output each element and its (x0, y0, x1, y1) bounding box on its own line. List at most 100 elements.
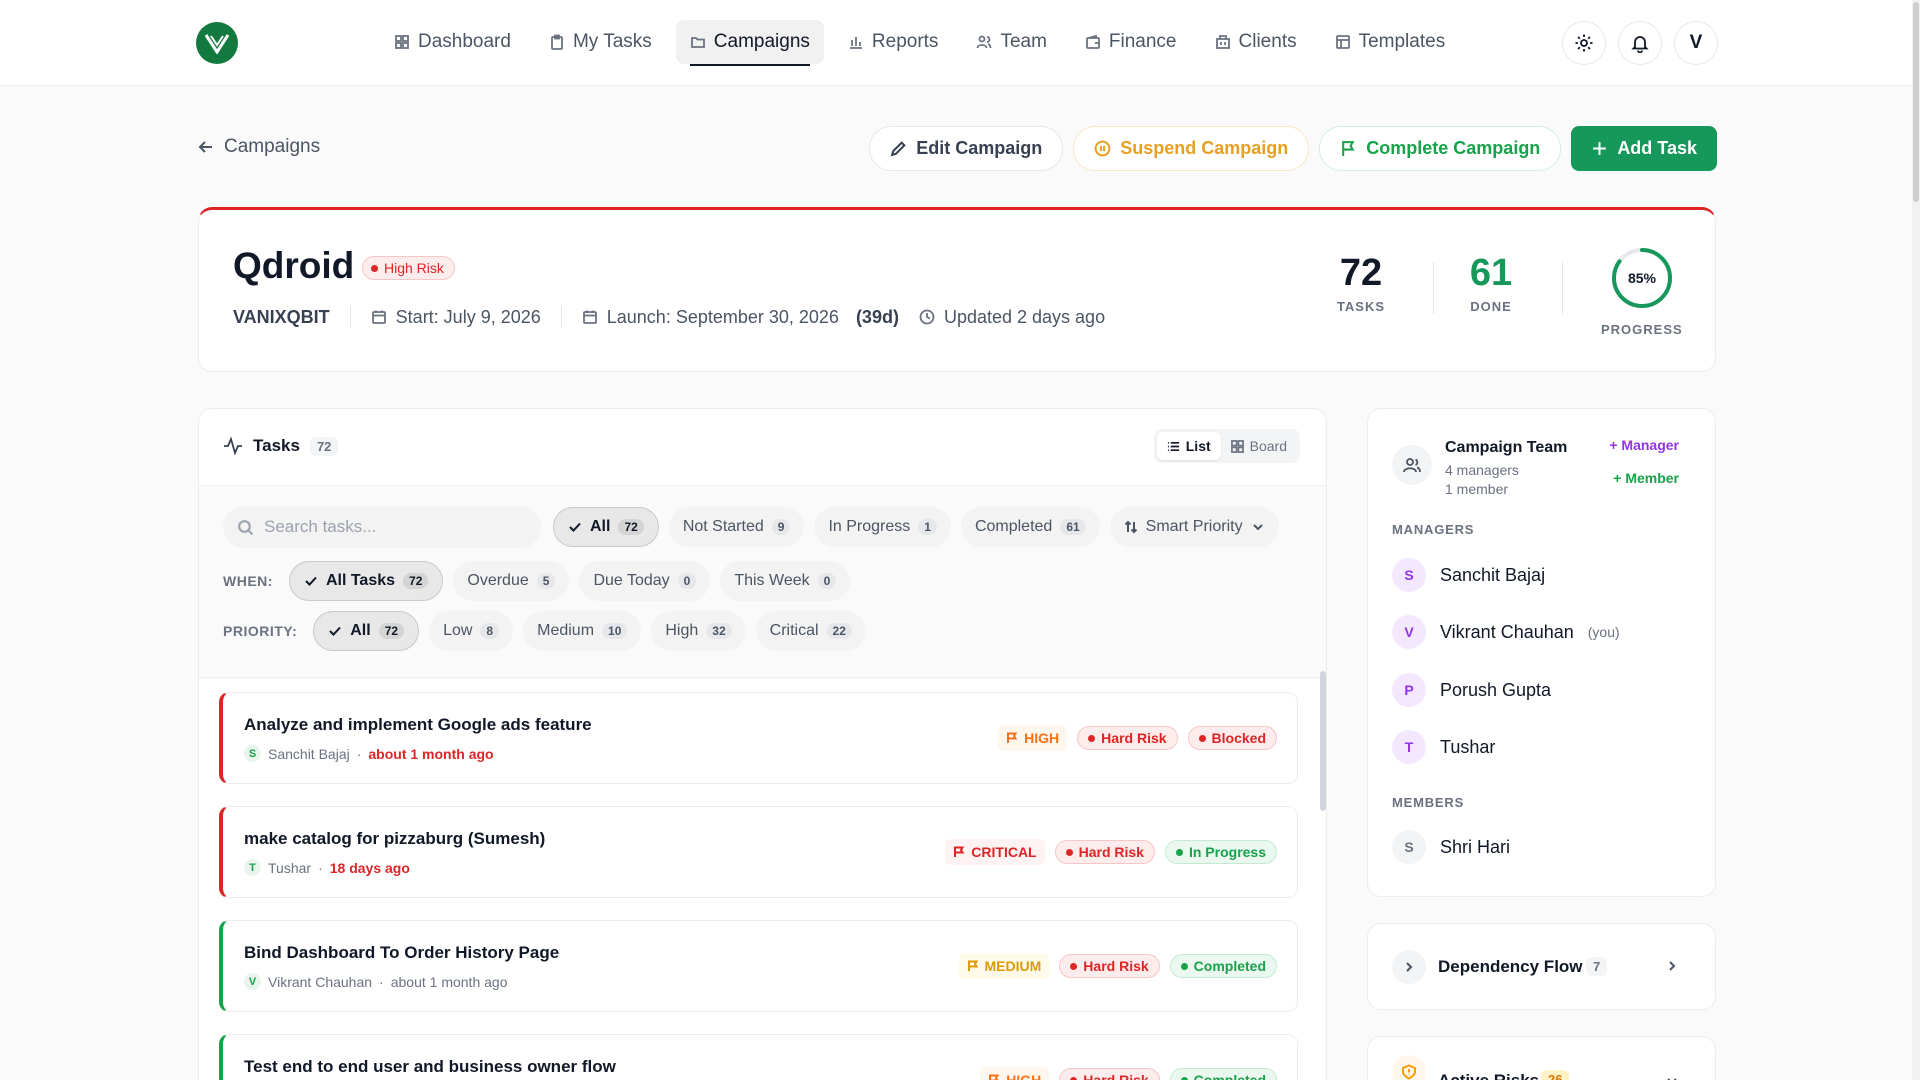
user-avatar-button[interactable]: V (1674, 21, 1718, 65)
when-filter-all-tasks[interactable]: All Tasks 72 (288, 561, 444, 601)
campaign-title: Qdroid (233, 245, 355, 286)
avatar: V (1392, 615, 1426, 649)
smart-priority-dropdown[interactable]: Smart Priority (1109, 507, 1279, 547)
suspend-campaign-button[interactable]: Suspend Campaign (1073, 126, 1310, 171)
when-filter-due-today[interactable]: Due Today 0 (579, 561, 711, 601)
dependency-flow-card[interactable]: Dependency Flow 7 (1367, 923, 1716, 1010)
complete-campaign-button[interactable]: Complete Campaign (1319, 126, 1562, 171)
back-to-campaigns-link[interactable]: Campaigns (198, 136, 320, 158)
manager-item[interactable]: T Tushar (1392, 730, 1495, 764)
bell-icon (1631, 36, 1649, 53)
chevron-right-icon (1406, 962, 1413, 972)
nav-item-campaigns[interactable]: Campaigns (675, 20, 824, 66)
nav-item-dashboard[interactable]: Dashboard (380, 20, 525, 64)
stat-divider (1433, 262, 1434, 314)
expand-button[interactable] (1392, 950, 1426, 984)
nav-item-team[interactable]: Team (962, 20, 1060, 64)
priority-filter-medium[interactable]: Medium 10 (523, 611, 642, 651)
risk-dot (1070, 962, 1078, 970)
manager-item[interactable]: S Sanchit Bajaj (1392, 558, 1545, 592)
dependency-count: 7 (1586, 957, 1608, 976)
task-title: Bind Dashboard To Order History Page (244, 943, 560, 962)
page-scrollbar[interactable] (1912, 0, 1920, 1080)
task-card[interactable]: Test end to end user and business owner … (219, 1034, 1298, 1080)
task-badges: HIGH Hard Risk Blocked (998, 725, 1277, 751)
priority-filter-all[interactable]: All 72 (313, 611, 420, 651)
risk-label: High Risk (384, 260, 444, 276)
member-item[interactable]: S Shri Hari (1392, 830, 1510, 864)
search-box[interactable]: Search tasks... (223, 506, 541, 548)
nav-item-clients[interactable]: Clients (1201, 20, 1311, 64)
task-list-scrollbar[interactable] (1320, 671, 1326, 811)
nav-item-my-tasks[interactable]: My Tasks (535, 20, 666, 64)
status-filter-completed[interactable]: Completed 61 (960, 507, 1100, 547)
nav-item-reports[interactable]: Reports (834, 20, 953, 64)
task-card[interactable]: Bind Dashboard To Order History Page V V… (219, 920, 1298, 1012)
risk-badge: Hard Risk (1054, 840, 1155, 864)
priority-filter-high[interactable]: High 32 (651, 611, 746, 651)
priority-filter-critical[interactable]: Critical 22 (755, 611, 866, 651)
avatar: P (1392, 673, 1426, 707)
when-filter-overdue[interactable]: Overdue 5 (453, 561, 570, 601)
status-badge: Completed (1169, 1068, 1277, 1080)
smart-priority-label: Smart Priority (1145, 518, 1243, 535)
status-filter-in-progress[interactable]: In Progress 1 (814, 507, 951, 547)
add-task-button[interactable]: Add Task (1571, 126, 1717, 171)
managers-section-label: MANAGERS (1392, 522, 1475, 537)
nav-label: My Tasks (572, 31, 652, 52)
filter-count: 72 (618, 519, 644, 535)
status-text: In Progress (1188, 844, 1266, 860)
app-logo[interactable] (196, 22, 238, 64)
status-badge: Completed (1169, 954, 1277, 978)
sort-icon (1124, 520, 1137, 534)
template-icon (1335, 35, 1350, 49)
open-dependency-button[interactable] (1665, 959, 1679, 978)
priority-badge: HIGH (998, 725, 1068, 751)
risk-badge: Hard Risk (1077, 726, 1178, 750)
launch-days: (39d) (855, 306, 899, 327)
priority-filter-low[interactable]: Low 8 (429, 611, 514, 651)
members-section-label: MEMBERS (1392, 795, 1465, 810)
filter-label: This Week (734, 572, 810, 589)
logo-icon (204, 34, 230, 54)
team-icon-wrap (1392, 445, 1432, 485)
expand-risks-button[interactable] (1665, 1074, 1679, 1080)
status-dot (1198, 734, 1206, 742)
status-filter-all[interactable]: All 72 (553, 507, 659, 547)
list-view-button[interactable]: List (1156, 432, 1221, 460)
risk-text: Hard Risk (1083, 1072, 1149, 1080)
settings-button[interactable] (1562, 21, 1606, 65)
avatar: T (1392, 730, 1426, 764)
status-filter-not-started[interactable]: Not Started 9 (668, 507, 805, 547)
users-icon (1403, 458, 1421, 473)
add-manager-button[interactable]: + Manager (1609, 437, 1679, 453)
edit-campaign-button[interactable]: Edit Campaign (869, 126, 1064, 171)
bar-chart-icon (849, 37, 862, 49)
task-meta: V Vikrant Chauhan · about 1 month ago (244, 973, 507, 990)
flag-icon (1007, 732, 1018, 743)
manager-item[interactable]: V Vikrant Chauhan (you) (1392, 615, 1620, 649)
check-icon (329, 626, 341, 636)
meta-separator: · (318, 859, 323, 876)
manager-item[interactable]: P Porush Gupta (1392, 673, 1551, 707)
page-scroll-thumb[interactable] (1913, 2, 1919, 202)
board-view-button[interactable]: Board (1221, 432, 1297, 460)
stat-done: 61 DONE (1455, 252, 1527, 314)
clipboard-icon (551, 34, 563, 50)
task-badges: CRITICAL Hard Risk In Progress (945, 839, 1277, 865)
active-risks-card[interactable]: Active Risks 26 (1367, 1036, 1716, 1080)
folder-icon (690, 37, 705, 48)
edit-campaign-label: Edit Campaign (916, 138, 1043, 158)
chevron-right-icon (1669, 961, 1676, 971)
stat-tasks: 72 TASKS (1325, 252, 1397, 314)
nav-item-templates[interactable]: Templates (1321, 20, 1460, 64)
search-input[interactable]: Search tasks... (264, 517, 376, 537)
task-card[interactable]: make catalog for pizzaburg (Sumesh) T Tu… (219, 806, 1298, 898)
pencil-icon (890, 141, 907, 157)
task-card[interactable]: Analyze and implement Google ads feature… (219, 692, 1298, 784)
add-member-button[interactable]: + Member (1613, 470, 1679, 486)
when-filter-this-week[interactable]: This Week 0 (720, 561, 851, 601)
notifications-button[interactable] (1618, 21, 1662, 65)
nav-label: Campaigns (713, 31, 810, 52)
nav-item-finance[interactable]: Finance (1071, 20, 1191, 64)
